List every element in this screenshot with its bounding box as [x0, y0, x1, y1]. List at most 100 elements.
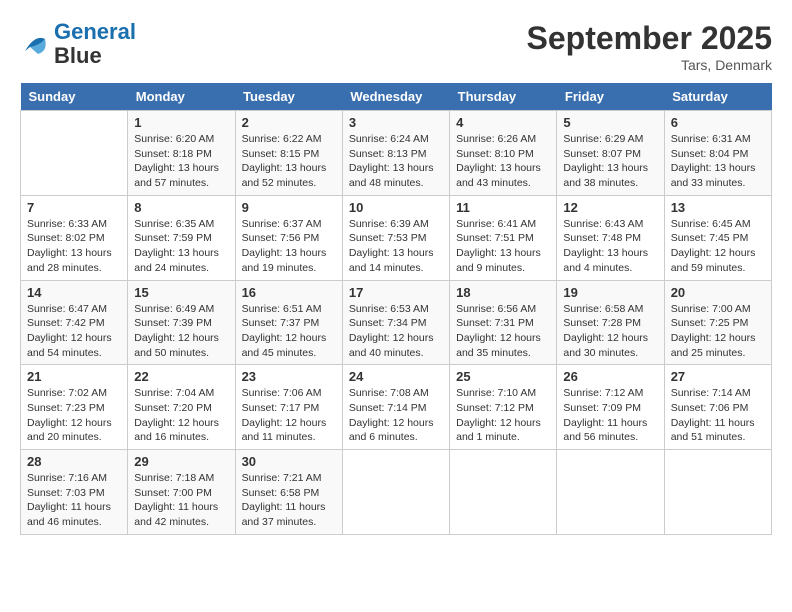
day-info: Sunrise: 7:02 AM Sunset: 7:23 PM Dayligh…: [27, 386, 121, 445]
day-number: 13: [671, 200, 765, 215]
day-number: 11: [456, 200, 550, 215]
day-info: Sunrise: 6:39 AM Sunset: 7:53 PM Dayligh…: [349, 217, 443, 276]
col-header-monday: Monday: [128, 83, 235, 111]
col-header-saturday: Saturday: [664, 83, 771, 111]
day-number: 4: [456, 115, 550, 130]
day-info: Sunrise: 6:24 AM Sunset: 8:13 PM Dayligh…: [349, 132, 443, 191]
day-number: 2: [242, 115, 336, 130]
col-header-friday: Friday: [557, 83, 664, 111]
calendar-cell: 20 Sunrise: 7:00 AM Sunset: 7:25 PM Dayli…: [664, 280, 771, 365]
logo-text: GeneralBlue: [54, 20, 136, 68]
week-row-4: 21 Sunrise: 7:02 AM Sunset: 7:23 PM Dayli…: [21, 365, 772, 450]
calendar-cell: 2 Sunrise: 6:22 AM Sunset: 8:15 PM Daylig…: [235, 111, 342, 196]
calendar-cell: 25 Sunrise: 7:10 AM Sunset: 7:12 PM Dayli…: [450, 365, 557, 450]
calendar-cell: 10 Sunrise: 6:39 AM Sunset: 7:53 PM Dayli…: [342, 195, 449, 280]
calendar-cell: 22 Sunrise: 7:04 AM Sunset: 7:20 PM Dayli…: [128, 365, 235, 450]
day-info: Sunrise: 6:58 AM Sunset: 7:28 PM Dayligh…: [563, 302, 657, 361]
day-number: 18: [456, 285, 550, 300]
day-info: Sunrise: 6:37 AM Sunset: 7:56 PM Dayligh…: [242, 217, 336, 276]
day-number: 21: [27, 369, 121, 384]
week-row-5: 28Sunrise: 7:16 AM Sunset: 7:03 PM Dayli…: [21, 450, 772, 535]
calendar-cell: 13 Sunrise: 6:45 AM Sunset: 7:45 PM Dayli…: [664, 195, 771, 280]
day-info: Sunrise: 6:29 AM Sunset: 8:07 PM Dayligh…: [563, 132, 657, 191]
week-row-3: 14 Sunrise: 6:47 AM Sunset: 7:42 PM Dayli…: [21, 280, 772, 365]
day-info: Sunrise: 6:49 AM Sunset: 7:39 PM Dayligh…: [134, 302, 228, 361]
calendar-cell: 6 Sunrise: 6:31 AM Sunset: 8:04 PM Daylig…: [664, 111, 771, 196]
day-number: 25: [456, 369, 550, 384]
calendar-cell: 16 Sunrise: 6:51 AM Sunset: 7:37 PM Dayli…: [235, 280, 342, 365]
day-number: 24: [349, 369, 443, 384]
day-number: 17: [349, 285, 443, 300]
calendar-cell: 21 Sunrise: 7:02 AM Sunset: 7:23 PM Dayli…: [21, 365, 128, 450]
page-header: GeneralBlue September 2025 Tars, Denmark: [20, 20, 772, 73]
calendar-cell: 28Sunrise: 7:16 AM Sunset: 7:03 PM Dayli…: [21, 450, 128, 535]
day-info: Sunrise: 6:51 AM Sunset: 7:37 PM Dayligh…: [242, 302, 336, 361]
title-block: September 2025 Tars, Denmark: [527, 20, 772, 73]
calendar-cell: 19 Sunrise: 6:58 AM Sunset: 7:28 PM Dayli…: [557, 280, 664, 365]
day-number: 9: [242, 200, 336, 215]
calendar-cell: 4Sunrise: 6:26 AM Sunset: 8:10 PM Daylig…: [450, 111, 557, 196]
day-info: Sunrise: 7:00 AM Sunset: 7:25 PM Dayligh…: [671, 302, 765, 361]
day-info: Sunrise: 6:35 AM Sunset: 7:59 PM Dayligh…: [134, 217, 228, 276]
day-info: Sunrise: 6:22 AM Sunset: 8:15 PM Dayligh…: [242, 132, 336, 191]
day-number: 15: [134, 285, 228, 300]
calendar-cell: 15 Sunrise: 6:49 AM Sunset: 7:39 PM Dayli…: [128, 280, 235, 365]
day-info: Sunrise: 6:47 AM Sunset: 7:42 PM Dayligh…: [27, 302, 121, 361]
day-number: 22: [134, 369, 228, 384]
col-header-wednesday: Wednesday: [342, 83, 449, 111]
calendar-cell: 29 Sunrise: 7:18 AM Sunset: 7:00 PM Dayli…: [128, 450, 235, 535]
calendar-cell: 9 Sunrise: 6:37 AM Sunset: 7:56 PM Daylig…: [235, 195, 342, 280]
calendar-cell: 30 Sunrise: 7:21 AM Sunset: 6:58 PM Dayli…: [235, 450, 342, 535]
day-number: 26: [563, 369, 657, 384]
day-info: Sunrise: 6:53 AM Sunset: 7:34 PM Dayligh…: [349, 302, 443, 361]
day-info: Sunrise: 7:08 AM Sunset: 7:14 PM Dayligh…: [349, 386, 443, 445]
day-number: 14: [27, 285, 121, 300]
calendar-cell: [21, 111, 128, 196]
calendar-cell: 18 Sunrise: 6:56 AM Sunset: 7:31 PM Dayli…: [450, 280, 557, 365]
calendar-cell: 8Sunrise: 6:35 AM Sunset: 7:59 PM Daylig…: [128, 195, 235, 280]
day-number: 12: [563, 200, 657, 215]
logo: GeneralBlue: [20, 20, 136, 68]
day-info: Sunrise: 6:45 AM Sunset: 7:45 PM Dayligh…: [671, 217, 765, 276]
day-info: Sunrise: 6:31 AM Sunset: 8:04 PM Dayligh…: [671, 132, 765, 191]
day-number: 16: [242, 285, 336, 300]
calendar-cell: [664, 450, 771, 535]
day-number: 3: [349, 115, 443, 130]
header-row: SundayMondayTuesdayWednesdayThursdayFrid…: [21, 83, 772, 111]
calendar-cell: 12 Sunrise: 6:43 AM Sunset: 7:48 PM Dayli…: [557, 195, 664, 280]
day-info: Sunrise: 6:33 AM Sunset: 8:02 PM Dayligh…: [27, 217, 121, 276]
day-info: Sunrise: 7:10 AM Sunset: 7:12 PM Dayligh…: [456, 386, 550, 445]
day-number: 27: [671, 369, 765, 384]
month-title: September 2025: [527, 20, 772, 57]
day-info: Sunrise: 6:41 AM Sunset: 7:51 PM Dayligh…: [456, 217, 550, 276]
day-info: Sunrise: 6:43 AM Sunset: 7:48 PM Dayligh…: [563, 217, 657, 276]
day-number: 6: [671, 115, 765, 130]
col-header-tuesday: Tuesday: [235, 83, 342, 111]
day-info: Sunrise: 7:04 AM Sunset: 7:20 PM Dayligh…: [134, 386, 228, 445]
day-info: Sunrise: 7:18 AM Sunset: 7:00 PM Dayligh…: [134, 471, 228, 530]
calendar-cell: 3 Sunrise: 6:24 AM Sunset: 8:13 PM Daylig…: [342, 111, 449, 196]
day-number: 28: [27, 454, 121, 469]
day-number: 29: [134, 454, 228, 469]
calendar-cell: 27 Sunrise: 7:14 AM Sunset: 7:06 PM Dayli…: [664, 365, 771, 450]
day-number: 30: [242, 454, 336, 469]
day-info: Sunrise: 7:21 AM Sunset: 6:58 PM Dayligh…: [242, 471, 336, 530]
day-info: Sunrise: 6:20 AM Sunset: 8:18 PM Dayligh…: [134, 132, 228, 191]
day-info: Sunrise: 7:06 AM Sunset: 7:17 PM Dayligh…: [242, 386, 336, 445]
calendar-cell: 26 Sunrise: 7:12 AM Sunset: 7:09 PM Dayli…: [557, 365, 664, 450]
day-number: 1: [134, 115, 228, 130]
week-row-1: 1 Sunrise: 6:20 AM Sunset: 8:18 PM Daylig…: [21, 111, 772, 196]
day-info: Sunrise: 7:14 AM Sunset: 7:06 PM Dayligh…: [671, 386, 765, 445]
col-header-sunday: Sunday: [21, 83, 128, 111]
day-number: 20: [671, 285, 765, 300]
week-row-2: 7Sunrise: 6:33 AM Sunset: 8:02 PM Daylig…: [21, 195, 772, 280]
calendar-cell: [342, 450, 449, 535]
logo-icon: [20, 29, 50, 59]
day-number: 10: [349, 200, 443, 215]
location: Tars, Denmark: [527, 57, 772, 73]
day-number: 19: [563, 285, 657, 300]
day-info: Sunrise: 6:56 AM Sunset: 7:31 PM Dayligh…: [456, 302, 550, 361]
day-info: Sunrise: 7:12 AM Sunset: 7:09 PM Dayligh…: [563, 386, 657, 445]
calendar-cell: 14 Sunrise: 6:47 AM Sunset: 7:42 PM Dayli…: [21, 280, 128, 365]
calendar-cell: 11 Sunrise: 6:41 AM Sunset: 7:51 PM Dayli…: [450, 195, 557, 280]
